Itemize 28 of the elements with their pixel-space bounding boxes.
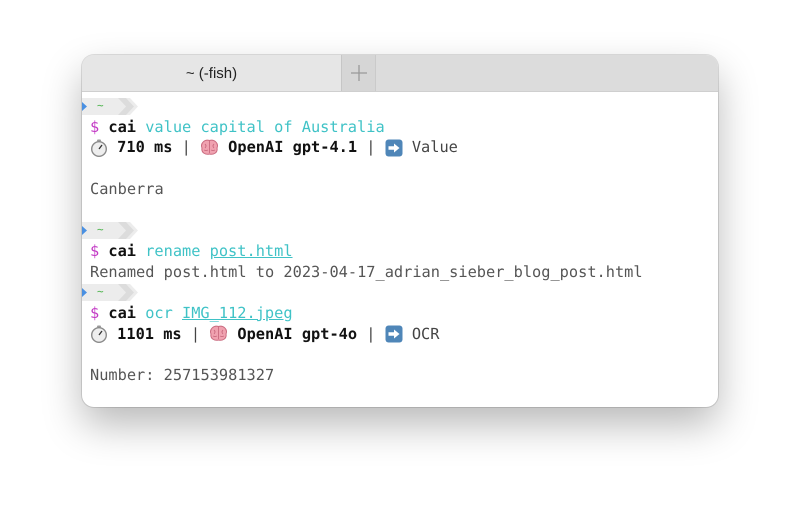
output-text: Canberra (90, 178, 164, 200)
output-text: Renamed post.html to 2023-04-17_adrian_sieber_blog_post.html (90, 262, 643, 282)
separator: | (182, 137, 191, 158)
file-path: IMG_112.jpeg (182, 302, 293, 324)
model-name: OpenAI gpt-4o (237, 324, 358, 344)
file-path: post.html (210, 240, 293, 262)
prompt-directory: ~ (97, 222, 104, 238)
model-name: OpenAI gpt-4.1 (228, 137, 358, 158)
prompt-sign: $ (90, 116, 100, 138)
prompt-sign: $ (90, 302, 100, 324)
mode-label: Value (412, 137, 458, 158)
elapsed-time: 710 ms (117, 137, 172, 158)
command-argument: ocr (145, 302, 173, 324)
prompt-sign: $ (90, 240, 100, 262)
separator: | (190, 324, 200, 344)
command-argument: rename (145, 240, 200, 262)
separator: | (366, 137, 376, 158)
prompt-directory: ~ (97, 284, 104, 300)
terminal-tab[interactable]: ~ (-fish) (82, 55, 342, 91)
command-name: cai (108, 116, 136, 138)
command-name: cai (108, 302, 136, 324)
elapsed-time: 1101 ms (117, 324, 182, 344)
command-name: cai (108, 240, 136, 262)
separator: | (366, 324, 376, 344)
prompt-directory: ~ (97, 98, 104, 114)
command-argument: value capital of Australia (145, 116, 385, 138)
output-text: Number: 257153981327 (90, 364, 274, 386)
mode-label: OCR (412, 324, 440, 344)
